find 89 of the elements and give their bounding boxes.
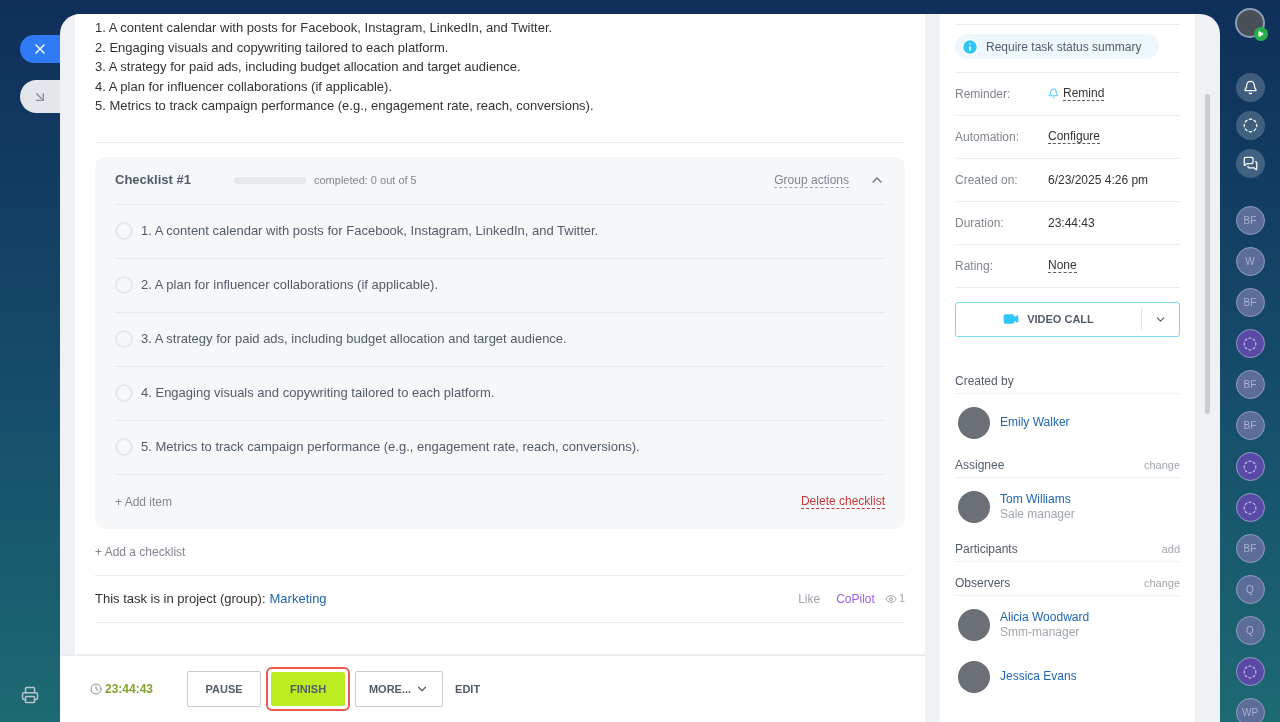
bell-icon: [1242, 80, 1258, 95]
checklist-item-text: 3. A strategy for paid ads, including budget allocation and target audience.: [141, 330, 567, 349]
dashed-circle-icon: [1243, 336, 1257, 351]
chat-avatar[interactable]: BF: [1235, 288, 1265, 317]
checklist-item-text: 2. A plan for influencer collaborations (if applicable).: [141, 276, 439, 295]
chat-button[interactable]: [1235, 149, 1265, 178]
views-icon: [884, 592, 897, 605]
copilot-chat-button[interactable]: [1235, 493, 1265, 522]
play-status-icon: [1254, 27, 1268, 41]
chat-avatar[interactable]: BF: [1235, 411, 1265, 440]
copilot-chat-button[interactable]: [1235, 657, 1265, 686]
avatar: [958, 406, 990, 439]
field-label: Created on:: [955, 171, 1019, 189]
description-line: 4. A plan for influencer collaborations (if applicable).: [95, 77, 393, 96]
person-role: Smm-manager: [1000, 624, 1081, 640]
field-link[interactable]: Remind: [1063, 86, 1105, 101]
project-label: This task is in project (group):: [95, 589, 266, 608]
section-title: Assignee: [955, 457, 1005, 474]
description-line: 3. A strategy for paid ads, including budget allocation and target audience.: [95, 58, 522, 76]
dashed-circle-icon: [1242, 118, 1258, 133]
person-name-link[interactable]: Tom Williams: [1000, 491, 1075, 507]
field-value: 23:44:43: [1048, 214, 1095, 232]
pause-button[interactable]: PAUSE: [187, 671, 262, 707]
user-avatar[interactable]: [1235, 8, 1265, 38]
section-title: Participants: [955, 541, 1018, 558]
field-label: Automation:: [955, 128, 1021, 146]
avatar: [958, 490, 990, 523]
section-title: Observers: [955, 575, 1011, 592]
checklist-item-text: 4. Engaging visuals and copywriting tailored to each platform.: [141, 384, 495, 403]
section-action-link[interactable]: change: [1143, 574, 1180, 592]
section-action-link[interactable]: add: [1161, 540, 1180, 558]
timer: 23:44:43: [105, 681, 154, 698]
group-actions-link[interactable]: Group actions: [774, 172, 849, 188]
avatar: [958, 660, 990, 693]
like-link[interactable]: Like: [798, 589, 821, 608]
field-value: 6/23/2025 4:26 pm: [1048, 171, 1149, 189]
checklist-item-text: 5. Metrics to track campaign performance (e.g., engagement rate, reach, conversions).: [141, 438, 640, 457]
copilot-chat-button[interactable]: [1235, 329, 1265, 358]
checklist-title: Checklist #1: [115, 171, 192, 190]
field-link[interactable]: None: [1048, 258, 1077, 273]
field-link[interactable]: Configure: [1048, 129, 1101, 144]
print-icon[interactable]: [21, 686, 39, 704]
copilot-chat-button[interactable]: [1235, 452, 1265, 481]
section-action-link[interactable]: change: [1143, 456, 1180, 474]
chat-avatar[interactable]: Q: [1235, 616, 1265, 645]
timer-icon: [90, 683, 102, 695]
view-count: 1: [898, 591, 905, 607]
description-line: 5. Metrics to track campaign performance (e.g., engagement rate, reach, conversions).: [95, 97, 595, 115]
finish-button[interactable]: FINISH: [271, 672, 346, 706]
avatar: [958, 608, 990, 641]
video-call-button[interactable]: VIDEO CALL: [955, 301, 1180, 337]
bell-icon: [1048, 88, 1059, 99]
status-summary-badge[interactable]: Require task status summary: [955, 34, 1160, 59]
chat-avatar[interactable]: BF: [1235, 206, 1265, 235]
copilot-button[interactable]: [1235, 111, 1265, 140]
field-label: Rating:: [955, 257, 995, 275]
chat-avatar[interactable]: BF: [1235, 534, 1265, 563]
more-button[interactable]: MORE...: [355, 671, 444, 707]
notification-button[interactable]: [1235, 73, 1265, 102]
dashed-circle-icon: [1243, 459, 1257, 474]
field-label: Reminder:: [955, 85, 1012, 103]
field-label: Duration:: [955, 214, 1005, 232]
chat-avatar[interactable]: WP: [1235, 698, 1265, 722]
chat-avatar[interactable]: Q: [1235, 575, 1265, 604]
scrollbar-thumb[interactable]: [1205, 94, 1210, 414]
section-title: Created by: [955, 373, 1014, 390]
minimize-button[interactable]: [20, 80, 60, 113]
description-line: 1. A content calendar with posts for Facebook, Instagram, LinkedIn, and Twitter.: [95, 19, 554, 37]
person-name-link[interactable]: Jessica Evans: [1000, 669, 1077, 684]
chat-icon: [1242, 156, 1258, 171]
progress-text: completed: 0 out of 5: [314, 172, 417, 188]
person-name-link[interactable]: Emily Walker: [1000, 415, 1070, 430]
delete-checklist-link[interactable]: Delete checklist: [800, 494, 885, 509]
dashed-circle-icon: [1243, 664, 1257, 679]
project-link[interactable]: Marketing: [269, 588, 327, 609]
person-role: Sale manager: [1000, 506, 1075, 522]
dashed-circle-icon: [1243, 500, 1257, 515]
description-line: 2. Engaging visuals and copywriting tailored to each platform.: [95, 38, 450, 57]
chat-avatar[interactable]: BF: [1235, 370, 1265, 399]
person-name-link[interactable]: Alicia Woodward: [1000, 609, 1090, 625]
add-item-link[interactable]: + Add item: [115, 492, 173, 511]
add-checklist-link[interactable]: + Add a checklist: [95, 542, 186, 561]
copilot-link[interactable]: CoPilot: [836, 589, 875, 608]
chat-avatar[interactable]: W: [1235, 247, 1265, 276]
edit-button[interactable]: EDIT: [455, 680, 481, 698]
checklist-item-text: 1. A content calendar with posts for Facebook, Instagram, LinkedIn, and Twitter.: [141, 222, 599, 241]
video-camera-icon: [1003, 311, 1020, 327]
info-icon: [961, 37, 979, 56]
close-button[interactable]: [20, 35, 60, 63]
